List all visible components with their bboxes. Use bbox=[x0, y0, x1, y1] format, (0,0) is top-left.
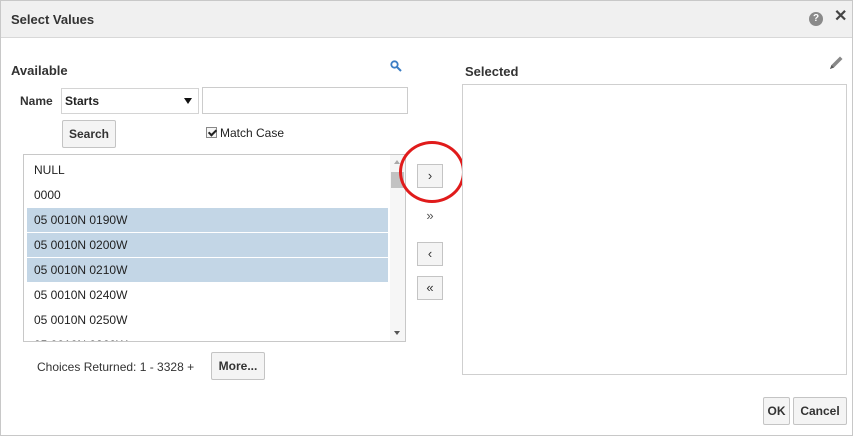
list-item[interactable]: NULL bbox=[27, 158, 388, 182]
search-button[interactable]: Search bbox=[62, 120, 116, 148]
operator-value: Starts bbox=[65, 94, 100, 108]
more-button[interactable]: More... bbox=[211, 352, 265, 380]
list-item[interactable]: 05 0010N 0190W bbox=[27, 208, 388, 232]
pencil-icon[interactable] bbox=[827, 54, 845, 75]
dialog-title: Select Values bbox=[11, 12, 95, 27]
choices-returned-text: Choices Returned: 1 - 3328 + bbox=[37, 360, 195, 374]
close-icon[interactable]: ✕ bbox=[834, 9, 847, 25]
selected-heading: Selected bbox=[465, 64, 519, 79]
list-item[interactable]: 05 0010N 0260W bbox=[27, 333, 388, 341]
select-values-dialog: Select Values ? ✕ Available Name Starts … bbox=[0, 0, 853, 436]
checkbox-checked-icon[interactable] bbox=[206, 127, 217, 138]
remove-button[interactable]: ‹ bbox=[417, 242, 443, 266]
remove-all-button[interactable]: « bbox=[417, 276, 443, 300]
match-case-checkbox[interactable]: Match Case bbox=[206, 126, 284, 140]
list-item[interactable]: 05 0010N 0250W bbox=[27, 308, 388, 332]
list-item[interactable]: 05 0010N 0240W bbox=[27, 283, 388, 307]
name-label: Name bbox=[20, 94, 53, 108]
help-icon[interactable]: ? bbox=[809, 12, 823, 26]
match-case-label: Match Case bbox=[220, 126, 285, 140]
selected-values-list[interactable] bbox=[462, 84, 847, 375]
available-values-list[interactable]: NULL 0000 05 0010N 0190W 05 0010N 0200W … bbox=[23, 154, 406, 342]
available-heading: Available bbox=[11, 63, 68, 78]
scroll-down-arrow-icon[interactable] bbox=[394, 331, 400, 335]
dialog-titlebar: Select Values ? ✕ bbox=[1, 1, 852, 38]
chevron-down-icon bbox=[184, 98, 192, 104]
operator-select[interactable]: Starts bbox=[61, 88, 199, 114]
move-all-button[interactable]: » bbox=[417, 204, 443, 228]
list-item[interactable]: 0000 bbox=[27, 183, 388, 207]
ok-button[interactable]: OK bbox=[763, 397, 790, 425]
magnifier-icon[interactable] bbox=[390, 60, 402, 75]
cancel-button[interactable]: Cancel bbox=[793, 397, 847, 425]
name-search-input[interactable] bbox=[202, 87, 408, 114]
red-highlight-circle bbox=[399, 141, 465, 203]
list-item[interactable]: 05 0010N 0210W bbox=[27, 258, 388, 282]
list-item[interactable]: 05 0010N 0200W bbox=[27, 233, 388, 257]
